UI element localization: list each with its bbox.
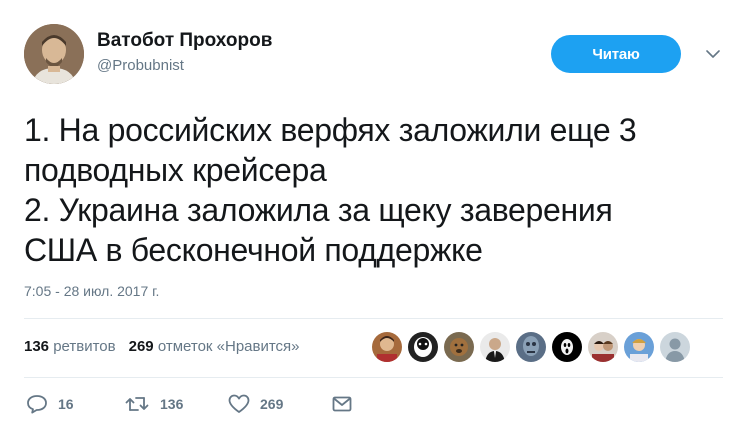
- author-display-name[interactable]: Ватобот Прохоров: [97, 30, 272, 52]
- liker-avatar[interactable]: [372, 332, 402, 362]
- reply-button[interactable]: 16: [26, 394, 124, 414]
- liker-avatar[interactable]: [408, 332, 438, 362]
- retweets-count: 136: [24, 338, 50, 355]
- following-button[interactable]: Читаю: [551, 35, 681, 73]
- tweet-text-line: 2. Украина заложила за щеку заверения: [24, 192, 613, 228]
- chevron-down-icon[interactable]: [703, 46, 723, 62]
- heart-icon: [228, 394, 250, 413]
- likes-count: 269: [128, 338, 154, 355]
- liker-avatar[interactable]: [444, 332, 474, 362]
- reply-icon: [27, 395, 47, 414]
- like-button[interactable]: 269: [228, 394, 332, 414]
- liker-avatar[interactable]: [660, 332, 690, 362]
- tweet-stats: 136 ретвитов 269 отметок «Нравится»: [24, 338, 300, 355]
- direct-message-icon: [332, 396, 352, 412]
- liker-avatar[interactable]: [516, 332, 546, 362]
- liker-avatar[interactable]: [480, 332, 510, 362]
- divider: [24, 318, 723, 319]
- likes-label: отметок «Нравится»: [157, 338, 300, 355]
- tweet-text-line: 1. На российских верфях заложили еще 3: [24, 112, 637, 148]
- retweets-stat[interactable]: 136 ретвитов: [24, 338, 116, 355]
- retweet-icon: [125, 397, 149, 411]
- divider: [24, 377, 723, 378]
- reply-count: 16: [58, 396, 74, 412]
- direct-message-button[interactable]: [332, 396, 352, 412]
- tweet-actions: 16 136 269: [26, 394, 352, 414]
- likes-stat[interactable]: 269 отметок «Нравится»: [129, 338, 300, 355]
- liker-avatar[interactable]: [552, 332, 582, 362]
- liker-avatar[interactable]: [588, 332, 618, 362]
- tweet-text: 1. На российских верфях заложили еще 3 п…: [24, 110, 714, 270]
- tweet-text-line: США в бесконечной поддержке: [24, 232, 483, 268]
- like-count: 269: [260, 396, 284, 412]
- liker-avatar[interactable]: [624, 332, 654, 362]
- retweet-count: 136: [160, 396, 184, 412]
- retweet-button[interactable]: 136: [124, 395, 228, 413]
- retweets-label: ретвитов: [53, 338, 116, 355]
- author-handle[interactable]: @Probubnist: [97, 57, 184, 74]
- author-avatar[interactable]: [24, 24, 84, 84]
- tweet-timestamp[interactable]: 7:05 - 28 июл. 2017 г.: [24, 283, 159, 299]
- tweet-text-line: подводных крейсера: [24, 152, 327, 188]
- likers-avatars: [372, 332, 690, 362]
